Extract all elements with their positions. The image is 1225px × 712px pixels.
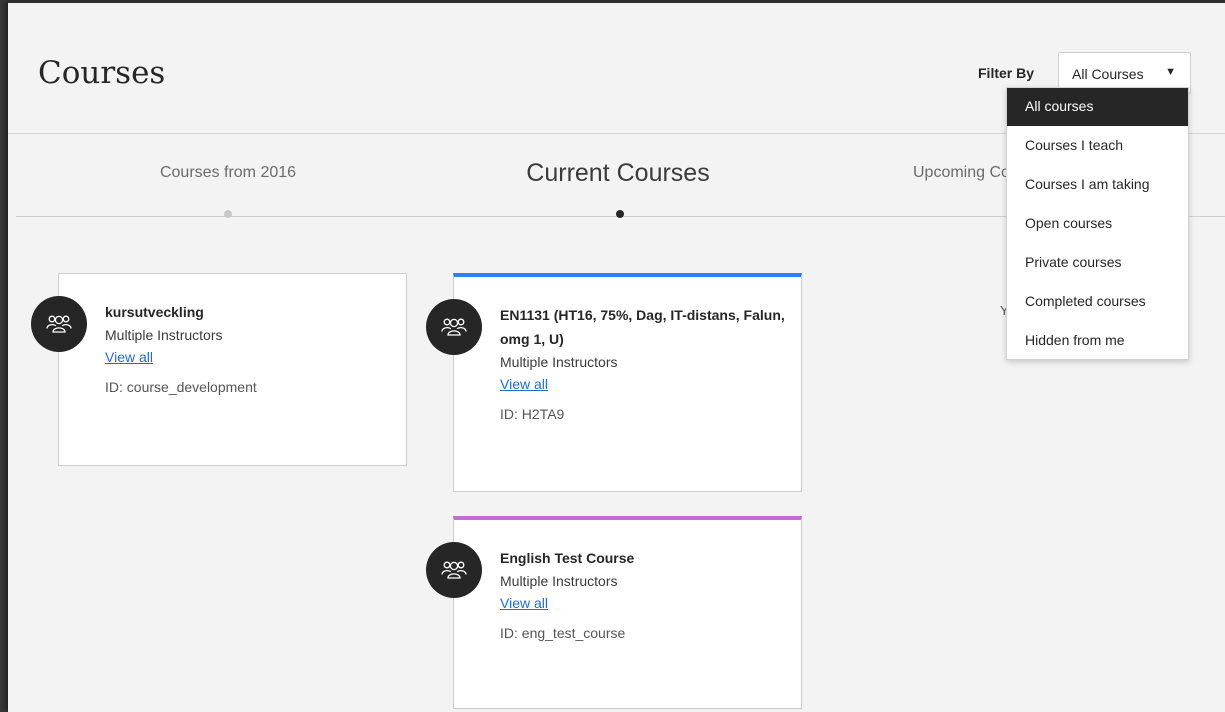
- view-all-link[interactable]: View all: [500, 373, 548, 395]
- users-group-icon: [31, 296, 87, 352]
- timeline-dot-past[interactable]: [224, 210, 232, 218]
- filter-option-all[interactable]: All courses: [1007, 88, 1188, 126]
- filter-by-label: Filter By: [978, 65, 1035, 81]
- timeline-dot-current[interactable]: [616, 210, 624, 218]
- users-group-icon: [426, 542, 482, 598]
- course-instructors: Multiple Instructors: [105, 327, 223, 343]
- course-title[interactable]: EN1131 (HT16, 75%, Dag, IT-distans, Falu…: [500, 303, 785, 351]
- filter-option-private[interactable]: Private courses: [1007, 244, 1188, 282]
- filter-option-open[interactable]: Open courses: [1007, 205, 1188, 243]
- filter-menu: All courses Courses I teach Courses I am…: [1006, 87, 1189, 360]
- page-title: Courses: [38, 55, 166, 91]
- term-tab-current[interactable]: Current Courses: [478, 159, 758, 188]
- course-card[interactable]: EN1131 (HT16, 75%, Dag, IT-distans, Falu…: [426, 273, 802, 492]
- course-title[interactable]: English Test Course: [500, 546, 785, 570]
- filter-option-hidden[interactable]: Hidden from me: [1007, 322, 1188, 360]
- course-instructors: Multiple Instructors: [500, 573, 618, 589]
- filter-select-value: All Courses: [1072, 66, 1144, 82]
- users-group-icon: [426, 299, 482, 355]
- course-instructors: Multiple Instructors: [500, 354, 618, 370]
- course-card[interactable]: kursutveckling Multiple Instructors View…: [31, 273, 407, 466]
- course-card[interactable]: English Test Course Multiple Instructors…: [426, 516, 802, 709]
- courses-page: Courses Filter By All Courses ▼ Courses …: [8, 0, 1225, 712]
- filter-option-teach[interactable]: Courses I teach: [1007, 127, 1188, 165]
- caret-down-icon: ▼: [1165, 66, 1176, 78]
- course-id: ID: course_development: [105, 379, 257, 395]
- filter-option-taking[interactable]: Courses I am taking: [1007, 166, 1188, 204]
- course-title[interactable]: kursutveckling: [105, 300, 390, 324]
- term-tab-past[interactable]: Courses from 2016: [128, 164, 328, 182]
- filter-option-completed[interactable]: Completed courses: [1007, 283, 1188, 321]
- view-all-link[interactable]: View all: [105, 346, 153, 368]
- view-all-link[interactable]: View all: [500, 592, 548, 614]
- course-id: ID: eng_test_course: [500, 625, 626, 641]
- course-id: ID: H2TA9: [500, 406, 565, 422]
